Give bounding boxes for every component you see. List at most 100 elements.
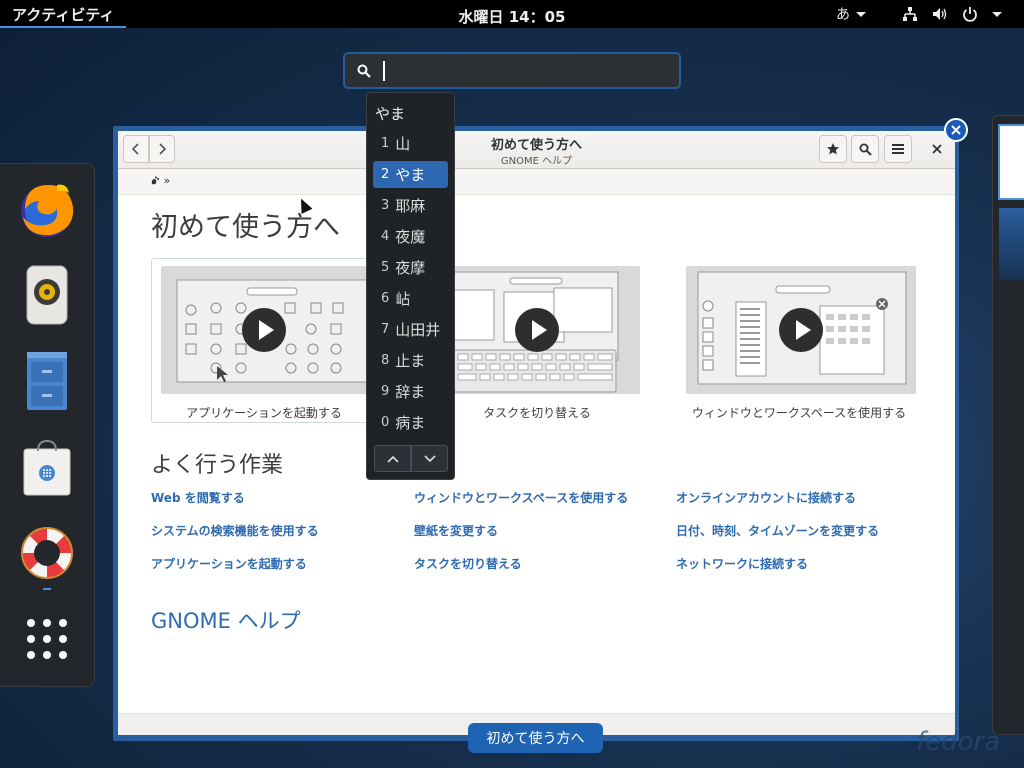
breadcrumb-home[interactable]: » (150, 174, 170, 187)
gnome-help-link[interactable]: GNOME ヘルプ (151, 605, 301, 635)
candidate-index: 7 (381, 322, 390, 337)
bookmark-button[interactable] (819, 135, 847, 163)
top-bar: アクティビティ 水曜日 14：05 あ (0, 0, 1024, 28)
task-link[interactable]: アプリケーションを起動する (151, 555, 307, 572)
fedora-watermark: fedora (916, 727, 1001, 757)
video-card-windows-workspaces[interactable]: ウィンドウとワークスペースを使用する (686, 266, 916, 421)
text-cursor (383, 60, 385, 81)
chevron-down-icon (856, 11, 866, 17)
ime-preedit: やま (375, 105, 406, 123)
ime-prev-page-button[interactable] (374, 445, 411, 472)
search-button[interactable] (851, 135, 879, 163)
ime-candidate[interactable]: 4 夜魔 (373, 223, 448, 250)
video-caption: タスクを切り替える (483, 406, 591, 420)
system-menu[interactable] (894, 6, 1010, 22)
candidate-text: 病ま (395, 414, 426, 432)
video-thumbnail (161, 266, 368, 394)
task-link[interactable]: ウィンドウとワークスペースを使用する (414, 489, 628, 506)
ime-candidate[interactable]: 6岾 (373, 285, 448, 312)
search-icon (357, 64, 371, 78)
close-button[interactable] (924, 135, 950, 163)
firefox-icon[interactable] (16, 178, 78, 240)
chevron-down-icon (423, 454, 436, 462)
ime-candidate[interactable]: 9 辞ま (373, 378, 448, 405)
software-icon[interactable] (16, 436, 78, 498)
help-icon[interactable] (16, 522, 78, 584)
task-link[interactable]: ネットワークに接続する (676, 555, 808, 572)
video-card-launch-apps[interactable]: アプリケーションを起動する (151, 258, 377, 423)
candidate-text: やま (395, 166, 426, 184)
ime-candidate[interactable]: 0 病ま (373, 409, 448, 436)
activities-indicator (0, 26, 126, 28)
volume-icon (933, 8, 947, 20)
header-bar: 初めて使う方へ GNOME ヘルプ (118, 131, 955, 169)
task-link[interactable]: オンラインアカウントに接続する (676, 489, 856, 506)
candidate-text: 止ま (395, 352, 426, 370)
candidate-text: 山田井 (395, 321, 441, 339)
ime-next-page-button[interactable] (411, 445, 448, 472)
task-link[interactable]: Web を閲覧する (151, 489, 245, 506)
power-icon (963, 7, 977, 22)
workspace-thumbnail-2[interactable] (999, 208, 1024, 280)
chevron-left-icon (132, 143, 139, 155)
video-caption: ウィンドウとワークスペースを使用する (691, 406, 907, 420)
play-icon[interactable] (515, 308, 559, 352)
ime-candidate[interactable]: 3 耶麻 (373, 192, 448, 219)
candidate-index: 5 (381, 260, 390, 275)
rhythmbox-icon[interactable] (16, 264, 78, 326)
window-close-button[interactable] (944, 118, 968, 142)
window-caption: 初めて使う方へ (468, 723, 603, 753)
ime-candidate-popup: やま 1山 2 やま 3 耶麻 4 夜魔 5 夜摩 6岾 7 山田井 8 止ま 9 辞ま 0病… (366, 92, 455, 480)
input-method-menu[interactable]: あ (828, 4, 874, 24)
search-icon (859, 143, 872, 156)
ime-candidate[interactable]: 8 止ま (373, 347, 448, 374)
candidate-index: 2 (381, 167, 390, 182)
star-icon (827, 143, 839, 155)
ime-candidate[interactable]: 5 夜摩 (373, 254, 448, 281)
candidate-index: 0 (381, 415, 390, 430)
close-icon (932, 144, 942, 154)
gnome-foot-icon (151, 176, 159, 185)
ime-candidate[interactable]: 7 山田井 (373, 316, 448, 343)
back-button[interactable] (123, 135, 149, 163)
ime-candidate[interactable]: 1山 (373, 130, 448, 157)
hamburger-icon (892, 144, 904, 154)
candidate-text: 岾 (395, 290, 411, 308)
close-icon (951, 125, 961, 135)
forward-button[interactable] (149, 135, 175, 163)
candidate-index: 6 (381, 291, 390, 306)
dash (0, 163, 95, 687)
files-icon[interactable] (16, 350, 78, 412)
input-method-label: あ (836, 7, 850, 23)
video-card-switch-tasks[interactable]: タスクを切り替える (424, 266, 650, 421)
page-heading: 初めて使う方へ (151, 212, 340, 243)
task-link[interactable]: タスクを切り替える (414, 555, 522, 572)
candidate-text: 辞ま (395, 383, 426, 401)
network-icon (903, 7, 917, 21)
task-link[interactable]: システムの検索機能を使用する (151, 522, 319, 539)
video-thumbnail (434, 266, 640, 394)
show-apps-icon[interactable] (16, 608, 78, 670)
workspace-thumbnail-1[interactable] (998, 124, 1024, 200)
chevron-right-icon (159, 143, 166, 155)
ime-candidate-selected[interactable]: 2 やま (373, 161, 448, 188)
candidate-text: 夜摩 (395, 259, 426, 277)
search-input[interactable] (343, 52, 681, 89)
candidate-index: 1 (381, 136, 390, 151)
chevron-down-icon (992, 11, 1002, 17)
task-link[interactable]: 壁紙を変更する (414, 522, 498, 539)
play-icon[interactable] (242, 308, 286, 352)
play-icon[interactable] (779, 308, 823, 352)
help-window[interactable]: 初めて使う方へ GNOME ヘルプ » 初めて使う方へ アプリケーションを起動す… (118, 131, 955, 735)
video-caption: アプリケーションを起動する (186, 406, 342, 420)
menu-button[interactable] (884, 135, 912, 163)
candidate-index: 9 (381, 384, 390, 399)
clock-label[interactable]: 水曜日 14：05 (459, 8, 566, 26)
breadcrumb: » (118, 169, 955, 195)
tasks-heading: よく行う作業 (151, 453, 284, 478)
breadcrumb-separator: » (163, 174, 171, 187)
candidate-index: 3 (381, 198, 390, 213)
task-link[interactable]: 日付、時刻、タイムゾーンを変更する (676, 522, 879, 539)
candidate-text: 夜魔 (395, 228, 426, 246)
activities-button[interactable]: アクティビティ (0, 0, 126, 28)
